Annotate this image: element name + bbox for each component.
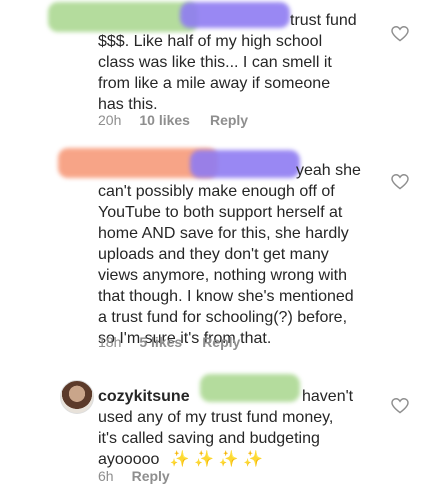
comment-3: cozykitsune haven't used any of my trust…	[0, 0, 429, 500]
reply-button[interactable]: Reply	[132, 468, 170, 484]
comment-text-line: it's called saving and budgeting	[98, 430, 320, 447]
comment-text: ayooooo	[98, 451, 160, 468]
heart-outline-icon[interactable]	[391, 398, 409, 414]
avatar[interactable]	[60, 380, 94, 414]
sparkle-emoji: ✨ ✨ ✨ ✨	[169, 451, 263, 468]
comment-text-line: haven't	[302, 388, 354, 405]
comment-timestamp: 6h	[98, 468, 114, 484]
comment-username[interactable]: cozykitsune	[98, 386, 190, 407]
comment-text-line: ayooooo ✨ ✨ ✨ ✨	[98, 449, 263, 470]
redaction-smudge	[200, 374, 300, 402]
comment-text-line: used any of my trust fund money,	[98, 409, 334, 426]
